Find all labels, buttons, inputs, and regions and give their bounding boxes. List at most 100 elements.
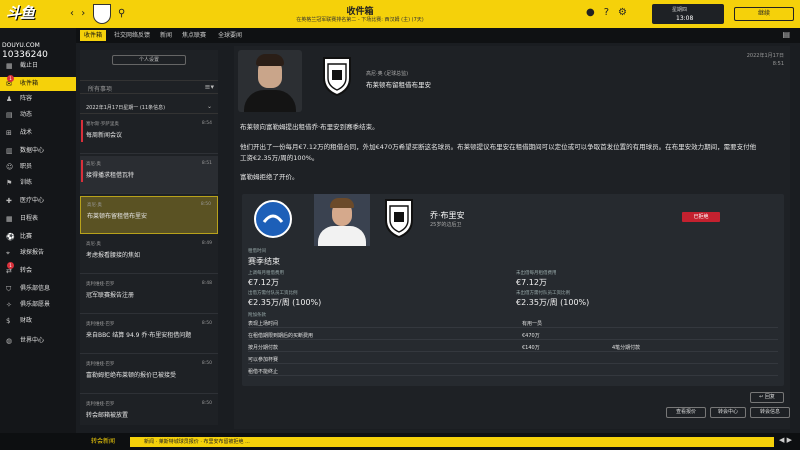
message-time: 8:51 [772,61,784,67]
filter-button[interactable]: 个人设置 [112,55,186,65]
sort-icon[interactable]: ≡▾ [205,83,214,91]
reply-button[interactable]: ↩ 回复 [750,392,784,403]
left-fee-label: 上调每月租借费用 [248,271,284,276]
settings-icon[interactable]: ⚙ [618,7,636,18]
news-icon: ▤ [6,111,13,119]
sidebar-item-12[interactable]: ⇄ 1 转会 [0,262,76,278]
right-wage-label: 未出借方需付队员工资比例 [516,291,570,296]
ticker-arrows[interactable]: ◀ ▶ [779,436,792,444]
continue-button[interactable]: 继续 [734,7,794,21]
message-timestamp: 2022年1月17日 8:51 [747,52,784,68]
list-item[interactable]: 奥利维娅·巴罗 来自BBC 结算 94.9 乔·布里安租借问题 8:50 [80,316,218,354]
nav-history: ‹ › [70,8,85,19]
term-label: 表现上场时间 [248,321,279,327]
sidebar-item-label: 动态 [20,111,33,118]
sidebar-item-0[interactable]: ▦ 截止日 [0,59,76,73]
term-label: 在租借期限到期后的买断费用 [248,333,314,339]
duration-label: 租借时间 [248,249,266,254]
schedule-icon: ▦ [6,215,13,223]
douyu-logo: 斗鱼 [6,4,35,22]
sidebar-item-10[interactable]: ⚽ 比赛 [0,230,76,244]
sender-portrait [238,50,302,112]
brighton-crest-icon [254,200,292,238]
sidebar-item-13[interactable]: ⛉ 俱乐部信息 [0,282,76,296]
list-item[interactable]: 高尼·奥 布莱顿布留租借布里安 8:50 [80,196,218,234]
cast-icon[interactable]: ▤ [782,30,790,39]
term-label: 按月分期付款 [248,345,279,351]
inbox-search[interactable]: 所有事项 ≡▾ [80,80,218,94]
ticker-label[interactable]: 转会新闻 [80,435,126,448]
message-subject: 考虑报看腰接的焦如 [86,252,141,259]
table-row: 表现上场时间 有用一员 [248,318,778,328]
sidebar-item-label: 数据中心 [20,147,45,154]
match-icon: ⚽ [6,233,15,241]
tab-focus-league[interactable]: 焦点联赛 [178,30,210,41]
sidebar-item-9[interactable]: ▦ 日程表 [0,212,76,226]
training-icon: ⚑ [6,179,13,187]
date-weekday: 星期四 [672,7,688,13]
inbox-list: 个人设置 所有事项 ≡▾ 2022年1月17日星期一 (11条信息) ⌄ 塞尔斯… [80,50,218,434]
list-item[interactable]: 奥利维娅·巴罗 富勒姆拒绝布莱顿的报价已被接受 8:50 [80,356,218,394]
sidebar-item-16[interactable]: ◍ 世界中心 [0,334,76,348]
player-name[interactable]: 乔·布里安 [430,210,465,221]
profile-icon[interactable]: ● [586,7,604,18]
message-paragraph-1: 布莱顿向富勒姆提出租借乔·布里安到赛季结束。 [240,123,379,131]
sidebar-item-8[interactable]: ✚ 医疗中心 [0,194,76,208]
message-subject: 接得播求租借瓦特 [86,172,135,179]
sidebar-item-14[interactable]: ✧ 俱乐部愿景 [0,298,76,312]
transfer-info-button[interactable]: 转会信息 [750,407,790,418]
right-fee-label: 未出借每月租借费用 [516,271,557,276]
club-crest-icon[interactable] [93,4,111,24]
table-row: 在租借期限到期后的买断费用 €470万 [248,330,778,340]
sidebar-item-5[interactable]: ▥ 数据中心 [0,144,76,158]
sidebar-item-4[interactable]: ⊞ 战术 [0,126,76,140]
list-item[interactable]: 塞尔斯·罗萨里奥 每周新闻会议 8:54 [80,116,218,154]
scout-icon: ⌖ [6,249,10,257]
ticker-text[interactable]: 新闻 · 莱斯特城球员报价 · 布里安布留被拒绝 ... [144,438,250,445]
left-wage-value: €2.35万/周 (100%) [248,298,322,307]
player-photo [314,194,370,246]
sidebar-item-2[interactable]: ♟ 阵容 [0,92,76,106]
date-display[interactable]: 星期四 13:08 [652,4,724,24]
fulham-crest-icon [323,57,351,96]
tab-global-news[interactable]: 全球要闻 [214,30,246,41]
help-icon[interactable]: ? [604,7,618,18]
list-item[interactable]: 高尼·奥 考虑报看腰接的焦如 8:49 [80,236,218,274]
notification-badge: 1 [7,75,14,82]
chevron-down-icon[interactable]: ⌄ [207,103,212,110]
transfer-center-button[interactable]: 转会中心 [710,407,746,418]
sidebar-item-label: 阵容 [20,95,33,102]
tab-bar: 收件箱 社交网络反馈 新闻 焦点联赛 全球要闻 ▤ [76,28,800,43]
term-label: 可以参加杯赛 [248,357,279,363]
sidebar-item-7[interactable]: ⚑ 训练 [0,176,76,190]
sender-name: 高尼·奥 (足球总监) [366,71,409,77]
search-input[interactable]: 所有事项 [88,84,112,93]
sidebar-item-11[interactable]: ⌖ 球探报告 [0,246,76,260]
tab-social[interactable]: 社交网络反馈 [110,30,154,41]
sidebar-item-3[interactable]: ▤ 动态 [0,108,76,122]
message-subject: 富勒姆拒绝布莱顿的报价已被接受 [86,372,177,379]
term-label: 租借不能终止 [248,369,279,375]
list-item[interactable]: 奥利维娅·巴罗 冠军联赛报告注册 8:48 [80,276,218,314]
forward-icon[interactable]: › [81,8,85,19]
date-group-header[interactable]: 2022年1月17日星期一 (11条信息) ⌄ [80,102,218,114]
table-row: 租借不能终止 [248,366,778,376]
list-item[interactable]: 奥利维娅·巴罗 转会邮箱被放置 8:50 [80,396,218,434]
player-age: 25岁的边后卫 [430,222,462,228]
sidebar-item-6[interactable]: ☺ 职员 [0,160,76,174]
view-offer-button[interactable]: 查看报价 [666,407,706,418]
search-icon[interactable]: ⚲ [118,8,125,19]
tab-inbox[interactable]: 收件箱 [80,30,107,41]
message-time: 8:50 [201,361,212,366]
back-icon[interactable]: ‹ [70,8,74,19]
sidebar-item-15[interactable]: $ 财政 [0,314,76,328]
sidebar-item-1[interactable]: ✉ 1 收件箱 [0,75,76,91]
tab-news[interactable]: 新闻 [156,30,176,41]
message-time: 8:49 [201,241,212,246]
world-icon: ◍ [6,337,13,345]
medical-icon: ✚ [6,197,12,205]
right-wage-value: €2.35万/周 (100%) [516,298,590,307]
term-value: €470万 [522,333,540,339]
sidebar-item-label: 医疗中心 [20,197,45,204]
list-item[interactable]: 高尼·奥 接得播求租借瓦特 8:51 [80,156,218,194]
